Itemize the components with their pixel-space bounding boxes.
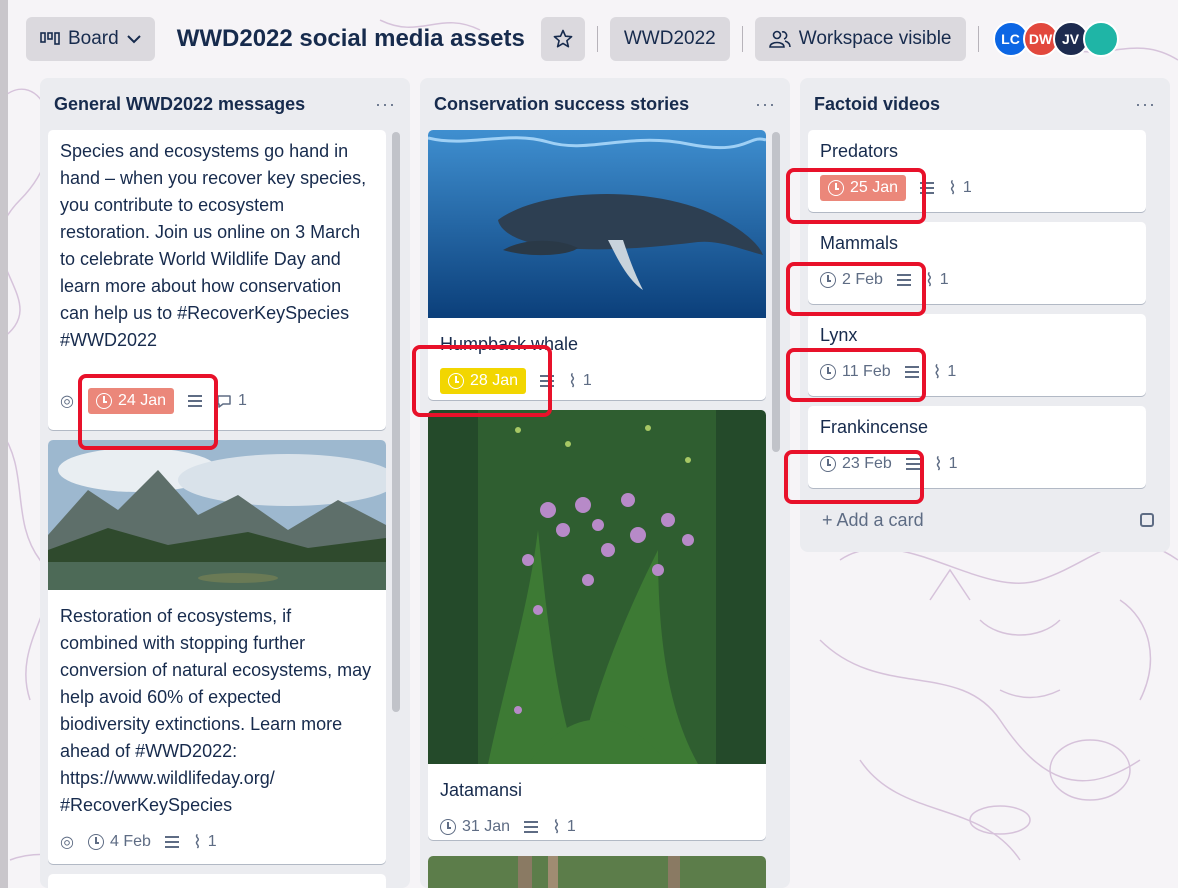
header-divider	[741, 26, 743, 52]
card-title: Mammals	[820, 233, 899, 253]
card-template-icon[interactable]	[1140, 513, 1154, 527]
list-general-messages: General WWD2022 messages ··· Species and…	[40, 78, 410, 888]
description-icon	[524, 821, 539, 833]
list-menu-button[interactable]: ···	[755, 94, 776, 115]
header-divider	[596, 26, 598, 52]
card-text: Species and ecosystems go hand in hand –…	[60, 141, 367, 350]
board-title[interactable]: WWD2022 social media assets	[177, 25, 525, 53]
left-edge	[0, 0, 8, 888]
description-icon	[164, 836, 179, 848]
visibility-button[interactable]: Workspace visible	[754, 17, 966, 61]
list-menu-button[interactable]: ···	[375, 94, 396, 115]
highlight-box	[784, 450, 924, 504]
attachment-count: 1	[947, 363, 957, 380]
list-scrollbar[interactable]	[392, 132, 400, 712]
comment-icon	[217, 394, 231, 408]
watch-icon: ◎	[60, 834, 74, 851]
highlight-box	[786, 168, 926, 224]
attachment-count: 1	[207, 833, 217, 850]
clock-icon	[440, 819, 456, 835]
due-date-badge[interactable]: 31 Jan	[440, 814, 510, 840]
list-scrollbar[interactable]	[772, 132, 780, 452]
highlight-box	[786, 262, 926, 316]
list-item[interactable]	[428, 856, 766, 888]
workspace-button[interactable]: WWD2022	[609, 17, 730, 61]
paperclip-icon: ⌇	[932, 361, 942, 382]
comment-count: 1	[238, 392, 247, 409]
highlight-box	[412, 345, 552, 417]
attachment-count: 1	[939, 271, 949, 288]
paperclip-icon: ⌇	[552, 816, 561, 837]
list-title[interactable]: Conservation success stories	[434, 94, 689, 115]
chevron-down-icon	[126, 35, 141, 44]
highlight-box	[786, 348, 926, 402]
card-text: Restoration of ecosystems, if combined w…	[60, 606, 372, 815]
list-title[interactable]: General WWD2022 messages	[54, 94, 305, 115]
add-card-label: + Add a card	[822, 509, 924, 530]
list-item[interactable]: Restoration of ecosystems, if combined w…	[48, 440, 386, 864]
card-cover-image	[428, 856, 766, 888]
due-date-badge[interactable]: 4 Feb	[87, 829, 151, 855]
list-menu-button[interactable]: ···	[1135, 94, 1156, 115]
people-icon	[768, 30, 791, 48]
board-view-switcher[interactable]: Board	[26, 17, 155, 61]
star-icon	[553, 29, 573, 48]
list-title[interactable]: Factoid videos	[814, 94, 940, 115]
board-members: LC DW JV	[992, 21, 1119, 57]
highlight-box	[78, 374, 218, 450]
paperclip-icon: ⌇	[948, 177, 957, 198]
star-board-button[interactable]	[540, 17, 585, 61]
paperclip-icon: ⌇	[192, 831, 202, 852]
add-card-button[interactable]: + Add a card	[800, 498, 1170, 542]
paperclip-icon: ⌇	[924, 269, 934, 290]
clock-icon	[87, 834, 104, 850]
card-cover-image	[48, 440, 386, 590]
list-item[interactable]	[48, 874, 386, 888]
watch-icon: ◎	[60, 393, 74, 410]
card-cover-image	[428, 410, 766, 764]
header-divider	[977, 26, 979, 52]
workspace-name: WWD2022	[623, 28, 716, 49]
attachment-count: 1	[962, 179, 972, 196]
card-cover-image	[428, 130, 766, 318]
paperclip-icon: ⌇	[568, 370, 577, 391]
list-item[interactable]: Jatamansi 31 Jan ⌇ 1	[428, 410, 766, 840]
board-header: Board WWD2022 social media assets WWD202…	[26, 14, 1178, 64]
attachment-count: 1	[582, 372, 592, 389]
attachment-count: 1	[566, 818, 576, 835]
card-title: Frankincense	[820, 417, 929, 437]
attachment-count: 1	[948, 455, 958, 472]
paperclip-icon: ⌇	[933, 453, 943, 474]
board-icon	[40, 32, 60, 45]
visibility-label: Workspace visible	[798, 28, 952, 49]
list-conservation-stories: Conservation success stories ··· Humpbac…	[420, 78, 790, 888]
card-title: Jatamansi	[440, 780, 523, 800]
board-switch-label: Board	[68, 28, 119, 49]
card-title: Predators	[820, 141, 899, 161]
avatar[interactable]	[1082, 21, 1119, 57]
card-title: Lynx	[820, 325, 858, 345]
